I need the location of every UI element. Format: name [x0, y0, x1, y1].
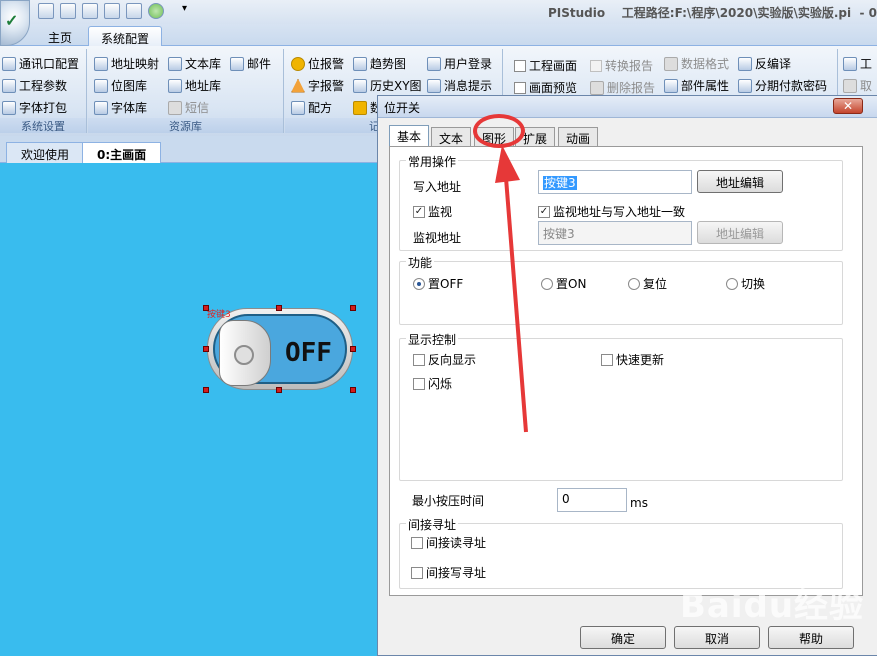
- annotation-arrow-head: [495, 145, 520, 183]
- annotation-circle: [473, 114, 525, 148]
- annotation-arrow-shaft: [504, 177, 528, 433]
- watermark: Baidu经验: [680, 586, 865, 626]
- annotation-layer: [495, 145, 528, 433]
- logo-mark: ✓: [5, 11, 19, 30]
